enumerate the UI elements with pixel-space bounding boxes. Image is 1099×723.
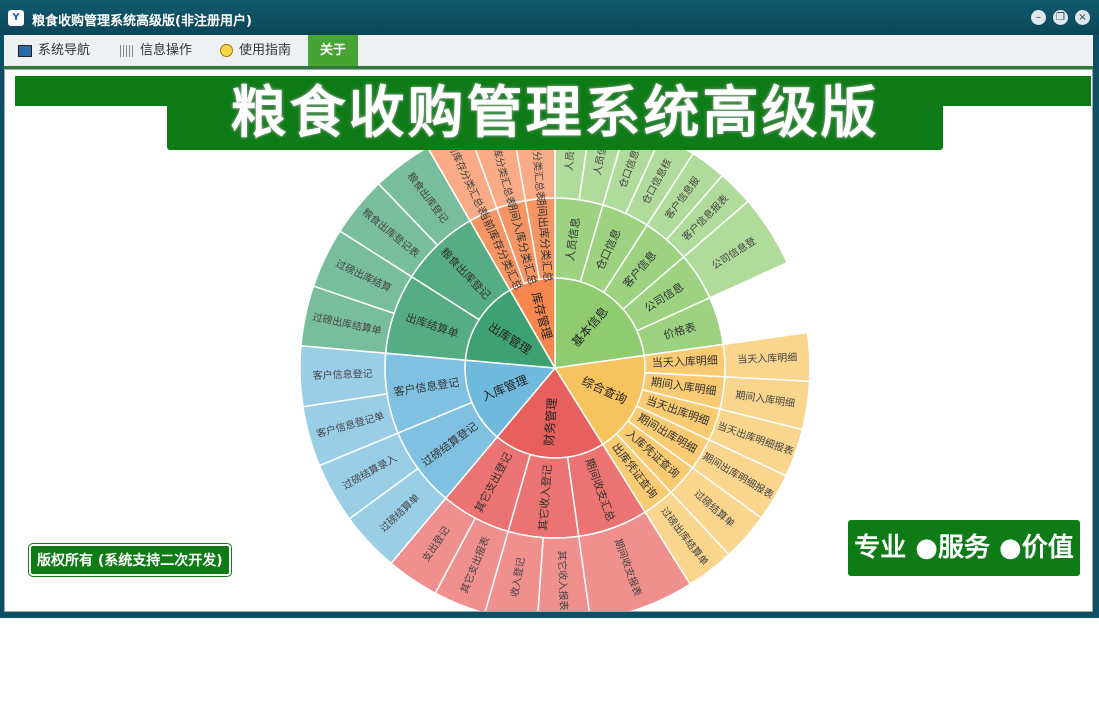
monitor-icon [18, 44, 32, 57]
restore-button[interactable]: ❐ [1053, 10, 1068, 25]
sunburst-item-label: 当天入库明细 [652, 353, 719, 370]
close-button[interactable]: × [1075, 10, 1090, 25]
grid-icon [120, 44, 134, 57]
menu-system-nav[interactable]: 系统导航 [18, 35, 90, 66]
banner-title: 粮食收购管理系统高级版 [167, 78, 943, 150]
menu-user-guide[interactable]: 使用指南 [220, 35, 291, 66]
app-window: Y 粮食收购管理系统高级版(非注册用户) – ❐ × 系统导航 信息操作 使用指… [0, 0, 1099, 618]
main-content: 基本信息 人员信息 人员信 人员信 仓口信息 仓口信息 仓口信息核 客户信息 客户信息报 客户信息… [4, 69, 1093, 612]
menu-about[interactable]: 关于 [308, 35, 359, 66]
menu-label: 信息操作 [140, 43, 193, 58]
menu-label: 系统导航 [38, 43, 91, 58]
title-bar[interactable]: Y 粮食收购管理系统高级版(非注册用户) – ❐ × [0, 0, 1099, 35]
copyright-badge: 版权所有 (系统支持二次开发) [29, 544, 231, 576]
bulb-icon [220, 44, 233, 57]
window-title: 粮食收购管理系统高级版(非注册用户) [32, 14, 252, 29]
minimize-button[interactable]: – [1031, 10, 1046, 25]
menu-label: 使用指南 [239, 43, 292, 58]
menu-info-ops[interactable]: 信息操作 [120, 35, 192, 66]
menu-bar: 系统导航 信息操作 使用指南 关于 [4, 35, 1093, 69]
slogan-badge: 专业 ●服务 ●价值 [848, 520, 1080, 576]
app-logo-icon: Y [8, 10, 24, 26]
